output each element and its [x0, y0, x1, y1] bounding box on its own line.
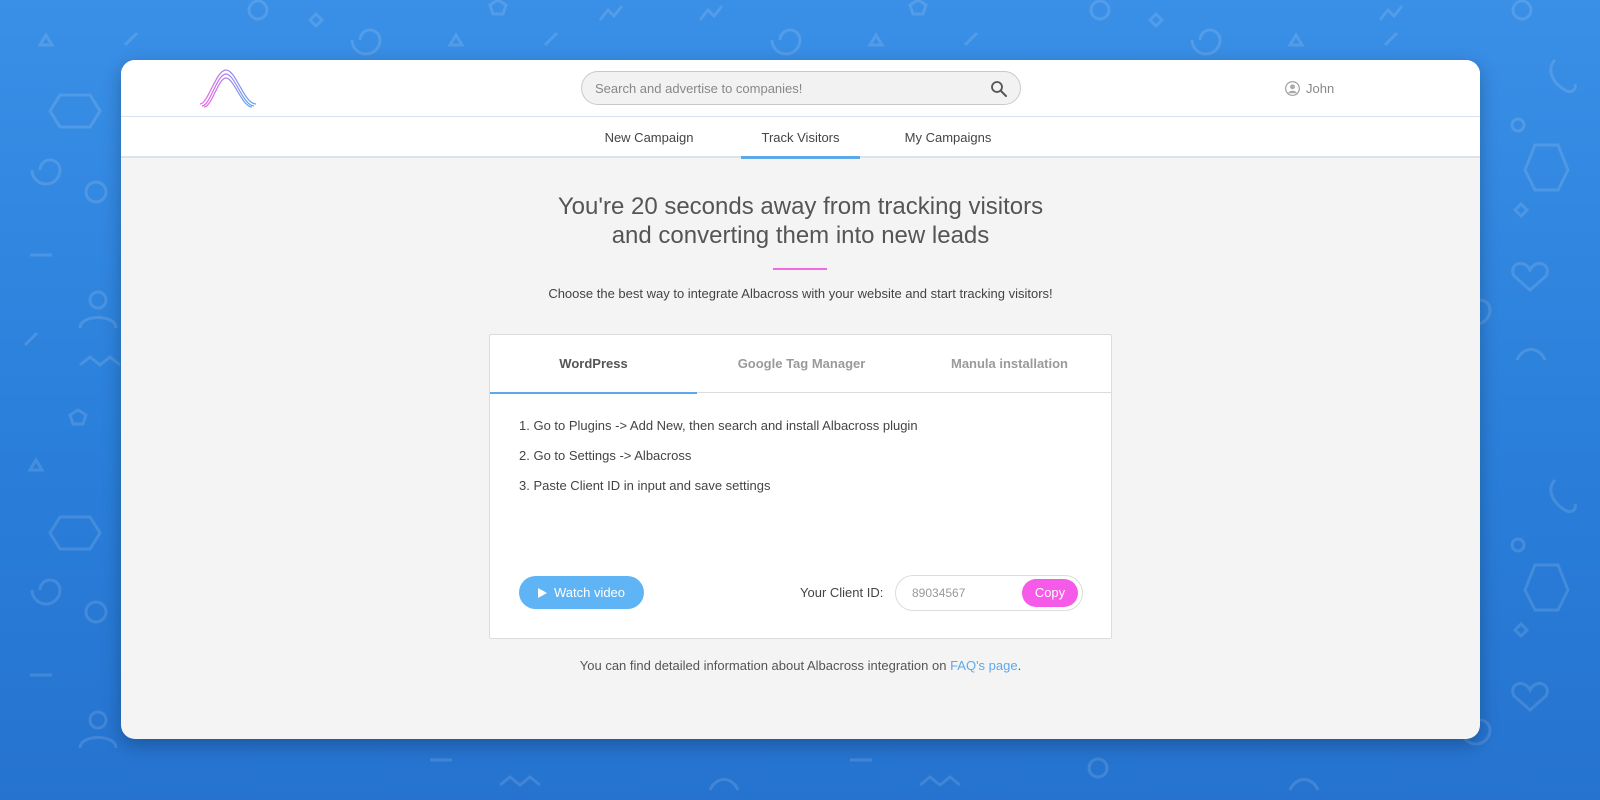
nav-new-campaign[interactable]: New Campaign: [599, 117, 699, 158]
headline-line-1: You're 20 seconds away from tracking vis…: [557, 193, 1044, 220]
tab-wordpress[interactable]: WordPress: [490, 335, 697, 394]
top-bar: John: [121, 60, 1480, 117]
user-name: John: [1306, 80, 1335, 96]
search-icon[interactable]: [990, 80, 1008, 98]
copy-button[interactable]: Copy: [1022, 579, 1078, 607]
integration-panel: WordPress Google Tag Manager Manula inst…: [489, 334, 1112, 639]
albacross-logo[interactable]: [198, 68, 258, 108]
nav-my-campaigns[interactable]: My Campaigns: [898, 117, 998, 158]
tab-google-tag-manager[interactable]: Google Tag Manager: [698, 335, 905, 393]
headline-divider: [773, 268, 827, 270]
faq-note-suffix: .: [1017, 658, 1022, 673]
faq-note-text: You can find detailed information about …: [579, 658, 951, 673]
headline-line-2: and converting them into new leads: [611, 222, 990, 249]
watch-video-label: Watch video: [553, 585, 626, 600]
main-nav: New Campaign Track Visitors My Campaigns: [121, 117, 1480, 159]
client-id-field: Copy: [895, 575, 1083, 611]
faq-link[interactable]: FAQ's page: [950, 658, 1018, 673]
user-menu[interactable]: John: [1285, 78, 1334, 98]
user-icon: [1285, 80, 1300, 96]
integration-tabs: WordPress Google Tag Manager Manula inst…: [490, 335, 1113, 394]
page-subtitle: Choose the best way to integrate Albacro…: [548, 286, 1053, 301]
watch-video-button[interactable]: Watch video: [519, 576, 644, 609]
app-window: John New Campaign Track Visitors My Camp…: [121, 60, 1480, 739]
step-item: 2. Go to Settings -> Albacross: [519, 448, 692, 463]
install-steps: 1. Go to Plugins -> Add New, then search…: [519, 418, 918, 508]
play-icon: [537, 587, 547, 598]
nav-track-visitors[interactable]: Track Visitors: [741, 117, 860, 159]
faq-note: You can find detailed information about …: [121, 658, 1480, 673]
step-item: 1. Go to Plugins -> Add New, then search…: [519, 418, 918, 433]
search-input[interactable]: [595, 72, 975, 104]
step-item: 3. Paste Client ID in input and save set…: [519, 478, 771, 493]
search-bar: [581, 71, 1021, 105]
page-headline: You're 20 seconds away from tracking vis…: [121, 192, 1480, 250]
tab-manual-installation[interactable]: Manula installation: [906, 335, 1113, 393]
client-id-label: Your Client ID:: [800, 585, 884, 600]
client-id-input[interactable]: [912, 576, 1012, 610]
